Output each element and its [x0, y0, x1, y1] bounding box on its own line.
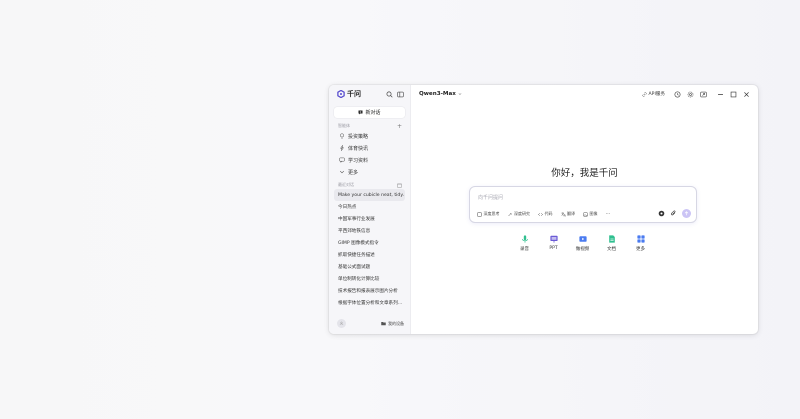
history-item[interactable]: GIMP 图像模式指令 — [334, 237, 405, 249]
add-agent-icon[interactable]: + — [397, 123, 402, 130]
history-item[interactable]: 今日热点 — [334, 201, 405, 213]
telescope-icon — [507, 212, 512, 216]
quick-actions: 录音 PPT 做视频 文档 更多 — [517, 235, 648, 252]
sidebar-header: 千问 — [329, 85, 410, 103]
model-selector[interactable]: Qwen3-Max — [419, 91, 462, 97]
close-icon[interactable] — [743, 91, 750, 98]
sidebar-item-agent-1[interactable]: 投资策略 — [329, 130, 410, 142]
microphone-icon — [521, 235, 528, 243]
grid-icon — [636, 235, 645, 243]
history-manage-icon[interactable] — [397, 183, 402, 188]
quick-action-label: 录音 — [520, 247, 529, 252]
model-name: Qwen3-Max — [419, 91, 456, 97]
quick-action-record[interactable]: 录音 — [517, 235, 532, 252]
sidebar-item-more[interactable]: 更多 — [329, 166, 410, 178]
agents-section-header: 智能体 + — [329, 122, 410, 130]
chevron-down-icon — [458, 93, 462, 95]
new-chat-button[interactable]: 新对话 — [334, 107, 405, 118]
app-window: 千问 新对话 智能体 + 投资策略 体育快讯 学习资料 更多 最近对话 Make… — [329, 85, 758, 334]
history-item[interactable]: 中国军事行业发展 — [334, 213, 405, 225]
sidebar-item-label: 更多 — [348, 169, 359, 176]
history-item[interactable]: 根据字体位置分析和文章系列… — [334, 297, 405, 309]
quick-action-label: 更多 — [636, 247, 645, 252]
tool-label: 深度思考 — [483, 211, 500, 216]
ppt-icon — [549, 235, 558, 243]
folder-icon — [381, 322, 386, 326]
send-button[interactable] — [682, 209, 691, 218]
atom-icon — [477, 211, 482, 217]
quick-action-document[interactable]: 文档 — [604, 235, 619, 252]
my-devices-button[interactable]: 我的设备 — [381, 321, 404, 327]
api-service-label: API服务 — [648, 92, 665, 97]
main-area: Qwen3-Max API服务 你好，我是千问 向千问提问 深度思考 深度研究 … — [411, 85, 758, 334]
sidebar-item-agent-3[interactable]: 学习资料 — [329, 154, 410, 166]
sidebar-item-agent-2[interactable]: 体育快讯 — [329, 142, 410, 154]
settings-icon[interactable] — [687, 91, 694, 98]
tool-deep-think[interactable]: 深度思考 — [477, 211, 500, 217]
history-item[interactable]: 抓取快捷任务描述 — [334, 249, 405, 261]
history-header-label: 最近对话 — [338, 182, 354, 187]
search-icon[interactable] — [386, 91, 393, 98]
quick-action-video[interactable]: 做视频 — [575, 235, 590, 252]
maximize-icon[interactable] — [730, 91, 737, 98]
quick-action-more[interactable]: 更多 — [633, 235, 648, 252]
share-icon[interactable] — [700, 91, 707, 98]
translate-icon — [560, 212, 566, 217]
tool-label: 翻译 — [567, 211, 575, 216]
user-icon — [339, 321, 344, 326]
model-option-icon[interactable] — [658, 210, 665, 217]
tool-label: 图像 — [589, 211, 598, 216]
sidebar-item-label: 学习资料 — [348, 157, 369, 164]
video-icon — [578, 236, 587, 242]
quick-action-label: PPT — [549, 246, 558, 251]
link-icon — [642, 91, 647, 97]
chat-input-box[interactable]: 向千问提问 深度思考 深度研究 代码 翻译 图像 ··· — [469, 186, 697, 223]
tool-deep-research[interactable]: 深度研究 — [507, 211, 530, 217]
history-item[interactable]: 平西郊地铁信息 — [334, 225, 405, 237]
attachment-icon[interactable] — [670, 210, 677, 217]
new-chat-label: 新对话 — [365, 110, 381, 116]
quick-action-ppt[interactable]: PPT — [546, 235, 561, 252]
sidebar-item-label: 体育快讯 — [348, 145, 369, 152]
document-icon — [608, 235, 615, 243]
tool-image[interactable]: 图像 — [583, 211, 598, 217]
tool-translate[interactable]: 翻译 — [560, 211, 575, 217]
logo-text: 千问 — [347, 90, 361, 98]
avatar[interactable] — [337, 319, 346, 328]
tool-label: 深度研究 — [514, 211, 530, 216]
lightning-icon — [340, 145, 344, 151]
logo-icon — [337, 90, 345, 98]
more-tools-button[interactable]: ··· — [606, 211, 611, 217]
sidebar-toggle-icon[interactable] — [397, 91, 404, 98]
history-item[interactable]: Make your cubicle neat, tidy… — [334, 189, 405, 201]
logo: 千问 — [337, 89, 361, 99]
chat-bubble-icon — [339, 157, 345, 163]
sidebar: 千问 新对话 智能体 + 投资策略 体育快讯 学习资料 更多 最近对话 Make… — [329, 85, 411, 334]
my-devices-label: 我的设备 — [388, 320, 404, 326]
tool-label: 代码 — [544, 211, 553, 216]
history-section-header: 最近对话 — [329, 181, 410, 189]
tool-code[interactable]: 代码 — [538, 211, 553, 217]
chevron-down-icon — [340, 170, 344, 174]
image-icon — [583, 212, 588, 216]
code-icon — [538, 212, 543, 216]
minimize-icon[interactable] — [717, 91, 724, 98]
sidebar-item-label: 投资策略 — [348, 133, 369, 140]
main-header: Qwen3-Max API服务 — [411, 85, 758, 103]
lightbulb-icon — [340, 133, 344, 139]
history-item[interactable]: 单位制转化计算比较 — [334, 273, 405, 285]
history-item[interactable]: 技术报告和报表展示图片分析 — [334, 285, 405, 297]
agents-header-label: 智能体 — [338, 123, 350, 128]
chat-input-placeholder[interactable]: 向千问提问 — [478, 194, 503, 201]
history-item[interactable]: 基础公式面试题 — [334, 261, 405, 273]
arrow-up-icon — [684, 211, 689, 216]
new-chat-icon — [358, 110, 363, 115]
quick-action-label: 做视频 — [575, 247, 590, 252]
api-service-button[interactable]: API服务 — [642, 91, 665, 97]
quick-action-label: 文档 — [607, 247, 616, 252]
greeting: 你好，我是千问 — [551, 168, 618, 179]
history-clock-icon[interactable] — [674, 91, 681, 98]
